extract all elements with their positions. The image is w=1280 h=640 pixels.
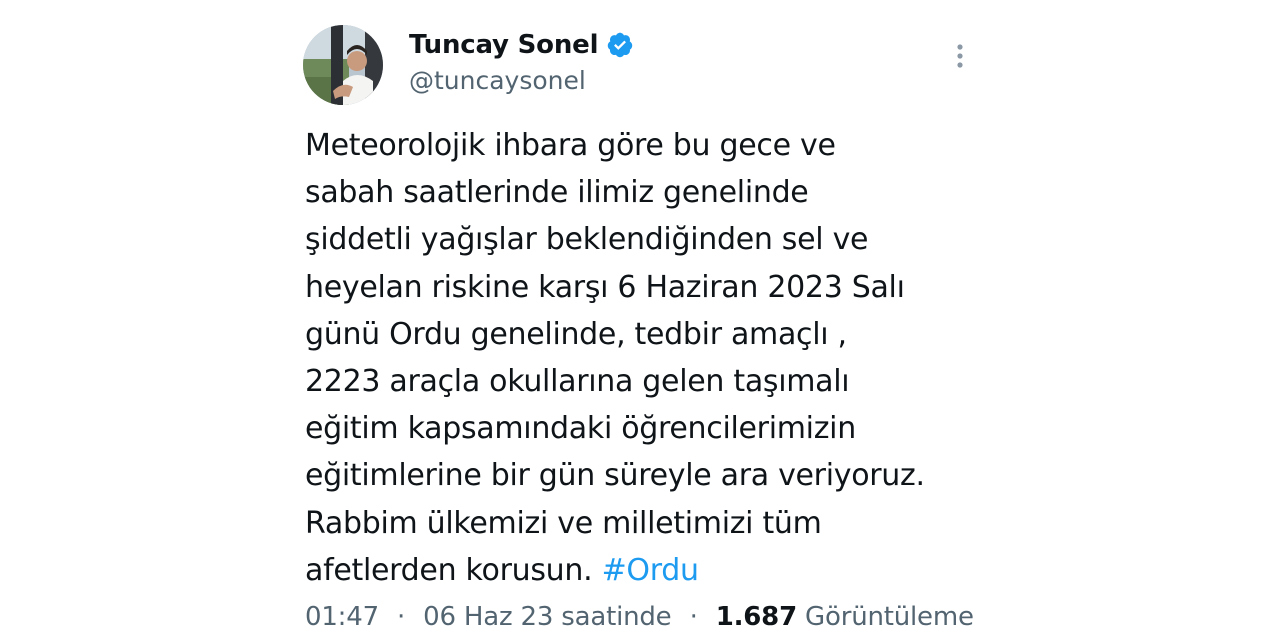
hashtag-link[interactable]: #Ordu xyxy=(602,553,699,588)
meta-separator: · xyxy=(397,602,406,632)
tweet-text-line: eğitim kapsamındaki öğrencilerimizin xyxy=(305,411,856,447)
tweet-time[interactable]: 01:47 xyxy=(305,602,379,632)
tweet-text-line: heyelan riskine karşı 6 Haziran 2023 Sal… xyxy=(305,269,905,305)
tweet-text-line: sabah saatlerinde ilimiz genelinde xyxy=(305,175,809,211)
tweet-meta: 01:47 · 06 Haz 23 saatinde · 1.687 Görün… xyxy=(305,602,974,632)
tweet-text-last-line: afetlerden korusun. #Ordu xyxy=(305,547,985,594)
author-name-row: Tuncay Sonel xyxy=(409,28,634,62)
tweet-text-line: şiddetli yağışlar beklendiğinden sel ve xyxy=(305,222,869,258)
profile-photo xyxy=(303,25,383,105)
tweet-text-line: Rabbim ülkemizi ve milletimizi tüm xyxy=(305,505,822,541)
tweet-text: Meteorolojik ihbara göre bu gece ve saba… xyxy=(305,122,985,594)
tweet-text-line: eğitimlerine bir gün süreyle ara veriyor… xyxy=(305,458,925,494)
views-label: Görüntüleme xyxy=(805,602,974,632)
more-options-icon[interactable] xyxy=(940,36,980,76)
meta-separator: · xyxy=(689,602,698,632)
views-count: 1.687 xyxy=(715,602,797,632)
verified-badge-icon xyxy=(606,31,634,59)
handle[interactable]: @tuncaysonel xyxy=(409,66,634,95)
tweet-card: Tuncay Sonel @tuncaysonel Meteorolojik i… xyxy=(0,0,1280,640)
tweet-date[interactable]: 06 Haz 23 saatinde xyxy=(423,602,672,632)
tweet-text-fragment: afetlerden korusun. xyxy=(305,552,602,588)
tweet-text-line: günü Ordu genelinde, tedbir amaçlı , xyxy=(305,316,847,352)
tweet-text-line: Meteorolojik ihbara göre bu gece ve xyxy=(305,128,836,163)
tweet-text-line: 2223 araçla okullarına gelen taşımalı xyxy=(305,364,850,400)
display-name[interactable]: Tuncay Sonel xyxy=(409,30,599,60)
avatar[interactable] xyxy=(303,25,383,105)
author-block: Tuncay Sonel @tuncaysonel xyxy=(409,28,634,95)
